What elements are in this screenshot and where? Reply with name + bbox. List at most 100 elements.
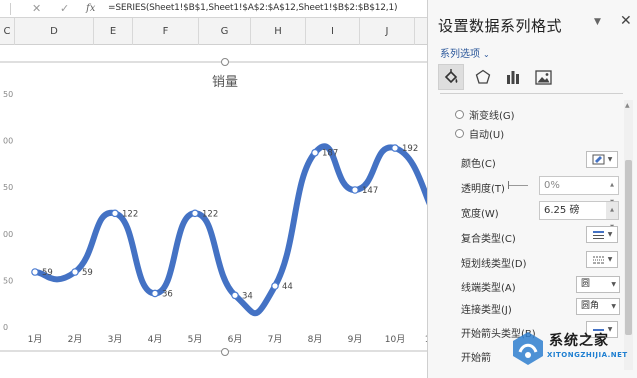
tab-fill-line[interactable]: [438, 64, 464, 90]
radio-auto[interactable]: 自动(U): [455, 126, 504, 141]
y-tick-label: 50: [3, 276, 13, 285]
paint-bucket-icon: [444, 69, 458, 84]
pentagon-icon: [475, 69, 491, 84]
series-options-label: 系列选项: [440, 49, 480, 60]
x-tick-label: 7月: [268, 334, 283, 345]
x-tick-label: 9月: [348, 334, 363, 345]
watermark-logo-icon: [513, 332, 543, 365]
transparency-input[interactable]: 0% ▲▼: [539, 176, 619, 205]
chart-area[interactable]: 销量 05000500050 1月2月3月4月5月6月7月8月9月10月11月 …: [0, 46, 427, 378]
x-tick-label: 3月: [108, 334, 123, 345]
column-header[interactable]: F: [133, 18, 199, 45]
begin-arrow-size-label: 开始箭: [461, 353, 491, 364]
cap-type-value: 圆: [581, 279, 591, 289]
data-point-marker: [71, 268, 79, 276]
x-tick-label: 10月: [385, 334, 405, 345]
column-header[interactable]: I: [306, 18, 360, 45]
data-label: 192: [402, 144, 418, 154]
column-header-row: C D E F G H I J: [0, 18, 427, 45]
caret-down-icon: ▼: [611, 303, 616, 310]
transparency-slider[interactable]: [508, 185, 528, 186]
data-label: 187: [322, 149, 338, 159]
radio-label: 自动(U): [469, 130, 505, 141]
tab-divider: [440, 93, 623, 94]
column-header[interactable]: H: [251, 18, 306, 45]
formula-bar: ✕ ✓ fx =SERIES(Sheet1!$B$1,Sheet1!$A$2:$…: [0, 0, 427, 18]
tab-effects[interactable]: [470, 64, 496, 90]
y-tick-label: 00: [3, 137, 13, 146]
x-tick-label: 2月: [68, 334, 83, 345]
compound-line-icon: [592, 230, 604, 239]
data-label: 147: [362, 186, 378, 196]
caret-down-icon: ▼: [607, 256, 613, 263]
data-point-marker: [391, 144, 399, 152]
data-point-marker: [351, 186, 359, 194]
x-tick-label: 5月: [188, 334, 203, 345]
data-point-marker: [151, 289, 159, 298]
data-point-marker: [191, 209, 199, 218]
line-chart[interactable]: 销量 05000500050 1月2月3月4月5月6月7月8月9月10月11月 …: [0, 46, 427, 378]
radio-button[interactable]: [455, 110, 464, 119]
pen-color-icon: [592, 154, 605, 165]
transparency-slider-thumb[interactable]: [508, 181, 509, 189]
data-point-marker: [31, 268, 39, 276]
caret-down-icon: ▼: [611, 281, 616, 288]
column-header[interactable]: D: [15, 18, 94, 45]
width-input[interactable]: 6.25 磅 ▲▼: [539, 201, 619, 230]
tab-picture[interactable]: [530, 64, 556, 90]
compound-type-label: 复合类型(C): [461, 234, 516, 245]
format-data-series-pane: 设置数据系列格式 ▼ ✕ 系列选项 ⌄ ▲ 渐变线(G) 自动(U) 颜色(C)…: [427, 0, 637, 378]
close-icon[interactable]: ✕: [32, 2, 41, 16]
x-tick-label: 4月: [148, 334, 163, 345]
data-point-marker: [271, 282, 279, 290]
data-label: 59: [82, 268, 93, 278]
transparency-label: 透明度(T): [461, 184, 505, 195]
y-tick-label: 50: [3, 183, 13, 192]
column-header[interactable]: E: [94, 18, 133, 45]
series-options-dropdown[interactable]: 系列选项 ⌄: [440, 45, 490, 60]
radio-gradient-line[interactable]: 渐变线(G): [455, 107, 515, 122]
join-type-value: 圆角: [581, 301, 600, 311]
scroll-thumb[interactable]: [625, 160, 632, 335]
column-header[interactable]: G: [199, 18, 251, 45]
check-icon[interactable]: ✓: [60, 2, 69, 16]
color-picker-button[interactable]: ▼: [586, 151, 618, 168]
formula-bar-divider: [10, 3, 11, 15]
join-type-label: 连接类型(J): [461, 305, 512, 316]
x-tick-label: 6月: [228, 334, 243, 345]
data-point-marker: [231, 291, 239, 300]
chart-resize-handle[interactable]: [221, 58, 229, 66]
close-icon[interactable]: ✕: [620, 13, 632, 29]
pane-title: 设置数据系列格式: [438, 17, 563, 35]
chart-resize-handle[interactable]: [221, 348, 229, 356]
data-label: 34: [242, 291, 253, 301]
caret-down-icon: ▼: [607, 156, 613, 163]
x-tick-label: 1月: [28, 334, 43, 345]
width-value: 6.25 磅: [544, 205, 580, 216]
caret-down-icon[interactable]: ▼: [594, 17, 601, 27]
radio-button[interactable]: [455, 129, 464, 138]
data-label: 59: [42, 268, 53, 278]
data-label: 122: [202, 209, 218, 219]
formula-input[interactable]: =SERIES(Sheet1!$B$1,Sheet1!$A$2:$A$12,Sh…: [108, 3, 397, 13]
y-tick-label: 00: [3, 230, 13, 239]
cap-type-select[interactable]: 圆 ▼: [576, 276, 620, 293]
spin-arrows[interactable]: ▲▼: [606, 202, 618, 230]
column-header[interactable]: C: [0, 18, 15, 45]
join-type-select[interactable]: 圆角 ▼: [576, 298, 620, 315]
column-header[interactable]: J: [360, 18, 415, 45]
caret-down-icon: ▼: [607, 231, 613, 238]
compound-type-button[interactable]: ▼: [586, 226, 618, 243]
spin-arrows[interactable]: ▲▼: [606, 177, 618, 205]
watermark-url: XITONGZHIJIA.NET: [547, 351, 628, 359]
y-tick-label: 50: [3, 90, 13, 99]
bar-chart-icon: [507, 71, 519, 84]
fx-icon[interactable]: fx: [86, 2, 95, 16]
cap-type-label: 线端类型(A): [461, 283, 516, 294]
dash-type-button[interactable]: ▼: [586, 251, 618, 268]
chevron-down-icon: ⌄: [483, 50, 490, 59]
width-label: 宽度(W): [461, 209, 499, 220]
tab-series-options[interactable]: [500, 64, 526, 90]
dash-type-label: 短划线类型(D): [461, 259, 527, 270]
data-point-marker: [311, 148, 319, 157]
